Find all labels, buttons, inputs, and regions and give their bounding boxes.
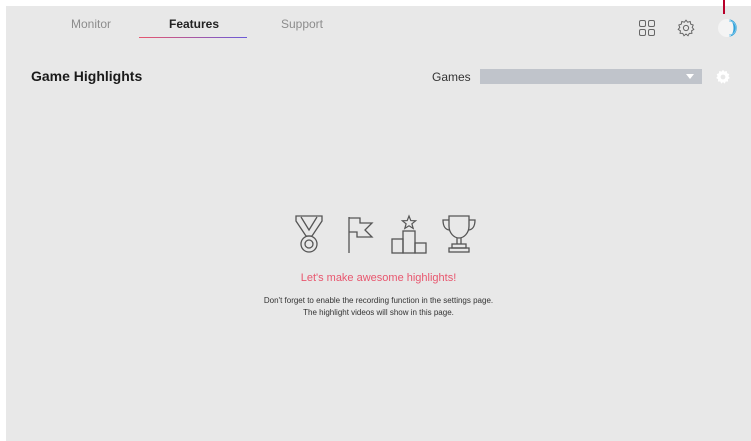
page-title: Game Highlights [31,68,143,84]
empty-state-hint-line2: The highlight videos will show in this p… [303,308,454,317]
empty-state-icons [290,214,480,254]
annotation-indicator-line [723,0,725,14]
settings-gear-icon[interactable] [677,19,695,37]
tab-monitor[interactable]: Monitor [64,17,118,41]
podium-icon [391,214,427,254]
games-filter-label: Games [432,70,471,84]
empty-state-hint-line1: Don't forget to enable the recording fun… [263,296,494,305]
flag-icon [348,217,374,253]
app-window: Monitor Features Support Game Highlights… [6,0,751,441]
grid-icon[interactable] [638,19,656,37]
highlight-settings-gear-icon[interactable] [715,69,731,85]
profile-avatar-icon[interactable] [717,18,737,38]
top-nav: Monitor Features Support [6,0,751,46]
tab-support[interactable]: Support [277,17,327,41]
medal-icon [295,215,323,253]
active-tab-underline [139,37,247,38]
dropdown-arrow-icon [686,74,694,79]
empty-state-message: Let's make awesome highlights! [300,272,457,284]
games-dropdown[interactable] [480,69,702,84]
trophy-icon [442,215,476,253]
